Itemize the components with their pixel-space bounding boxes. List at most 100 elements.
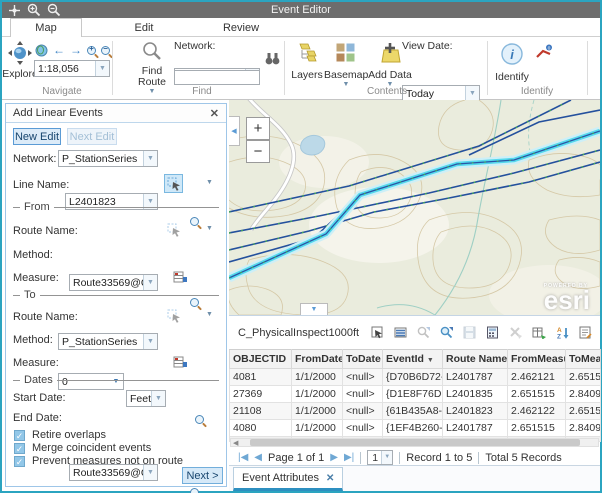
next-button[interactable]: Next > — [182, 467, 223, 484]
from-section-separator: From — [13, 201, 219, 213]
basemap-label: Basemap — [324, 69, 368, 81]
col-tomeasure[interactable]: ToMea — [566, 350, 601, 369]
explore-button[interactable] — [7, 41, 33, 70]
map-view[interactable]: POWERED BY esri — [229, 100, 600, 315]
scroll-left-icon[interactable]: ◀ — [231, 439, 238, 447]
save-icon[interactable] — [463, 326, 476, 339]
ribbon-zoom-in-icon[interactable]: + — [87, 46, 96, 55]
scale-combo[interactable]: 1:18,056 ▼ — [34, 60, 110, 77]
zoom-to-line-icon[interactable] — [190, 217, 199, 226]
collapse-panel-left-button[interactable]: ◀ — [229, 116, 240, 146]
select-on-map-icon — [167, 223, 181, 237]
map-zoom-in-button[interactable]: + — [246, 117, 270, 140]
from-unit-combo[interactable]: Feet ▼ — [126, 390, 166, 407]
prevent-measures-checkbox[interactable]: ✓ — [14, 456, 25, 467]
collapse-panel-down-button[interactable]: ▼ — [300, 303, 328, 315]
table-title: C_PhysicalInspect1000ft — [229, 327, 359, 339]
identify-button[interactable]: i Identify — [492, 42, 532, 83]
pan-to-selected-icon[interactable] — [440, 326, 453, 339]
ribbon: Explore ← → + − 1:18,056 ▼ Navigate Find… — [2, 37, 600, 100]
scrollbar-thumb[interactable] — [250, 439, 580, 446]
col-objectid[interactable]: OBJECTID — [230, 350, 292, 369]
show-selected-records-icon[interactable] — [394, 326, 407, 339]
next-edit-button[interactable]: Next Edit — [67, 128, 117, 145]
explore-icon — [8, 41, 32, 65]
full-extent-icon[interactable] — [35, 44, 48, 57]
record-range-text: Record 1 to 5 — [406, 452, 472, 464]
from-method-combo[interactable]: P_StationSeries ▼ — [58, 333, 158, 350]
chevron-down-icon[interactable]: ▼ — [206, 179, 213, 186]
chevron-down-icon[interactable]: ▼ — [381, 451, 392, 464]
from-measure-picker-icon[interactable] — [173, 270, 187, 284]
chevron-down-icon[interactable]: ▼ — [95, 61, 109, 76]
chevron-down-icon[interactable]: ▼ — [465, 86, 479, 101]
close-tab-icon[interactable]: ✕ — [326, 473, 334, 484]
col-todate[interactable]: ToDate — [343, 350, 383, 369]
previous-extent-icon[interactable]: ← — [53, 43, 65, 57]
route-search-input[interactable] — [174, 70, 260, 85]
select-records-icon[interactable] — [371, 326, 384, 339]
to-section-separator: To — [13, 289, 219, 301]
basemap-button[interactable]: Basemap ▼ — [324, 42, 368, 88]
ribbon-zoom-out-icon[interactable]: − — [101, 46, 110, 55]
calculator-icon[interactable] — [486, 326, 499, 339]
tab-edit[interactable]: Edit — [118, 18, 170, 37]
chevron-down-icon[interactable]: ▼ — [151, 391, 165, 406]
add-record-icon[interactable] — [532, 326, 546, 339]
tab-event-attributes[interactable]: Event Attributes ✕ — [233, 467, 343, 491]
table-row[interactable]: 273691/1/2000 <null>{D1E8F76D-F L2401835… — [230, 386, 601, 403]
chevron-down-icon[interactable]: ▼ — [206, 225, 213, 232]
attributes-window-icon[interactable] — [579, 326, 592, 339]
col-eventid[interactable]: EventId ▼ — [383, 350, 443, 369]
table-row[interactable]: 211081/1/2000 <null>{61B435A8-3 L2401823… — [230, 403, 601, 420]
binoculars-icon[interactable] — [265, 52, 280, 65]
locate-measure-icon[interactable]: o — [535, 44, 553, 60]
select-line-on-map-button[interactable] — [164, 174, 183, 193]
layers-icon — [296, 42, 318, 64]
chevron-down-icon[interactable]: ▼ — [143, 151, 157, 166]
zoom-to-to-route-icon[interactable] — [190, 488, 199, 493]
from-section-label: From — [24, 201, 50, 213]
col-fromdate[interactable]: FromDate — [292, 350, 343, 369]
tab-map[interactable]: Map — [10, 18, 82, 37]
last-page-icon[interactable]: ▶| — [344, 452, 354, 463]
table-row[interactable]: 40801/1/2000 <null>{1EF4B260-F L24017872… — [230, 420, 601, 437]
from-measure-zoom-icon[interactable] — [195, 415, 204, 424]
previous-page-icon[interactable]: ◀ — [254, 452, 262, 463]
table-row[interactable]: 40811/1/2000 <null>{D70B6D72-3 L24017872… — [230, 369, 601, 386]
sort-icon[interactable]: A Z — [556, 326, 569, 339]
new-edit-button[interactable]: New Edit — [13, 128, 61, 145]
chevron-down-icon[interactable]: ▼ — [206, 311, 213, 318]
retire-overlaps-label: Retire overlaps — [32, 429, 106, 441]
retire-overlaps-checkbox[interactable]: ✓ — [14, 430, 25, 441]
tab-review[interactable]: Review — [210, 18, 272, 37]
identify-group-label: Identify — [487, 86, 587, 97]
col-routename[interactable]: Route Name — [443, 350, 508, 369]
delete-record-icon[interactable] — [509, 326, 522, 339]
map-zoom-out-button[interactable]: − — [246, 140, 270, 163]
col-frommeasure[interactable]: FromMeasure — [508, 350, 566, 369]
zoom-to-selected-icon[interactable] — [417, 326, 430, 339]
select-from-route-on-map-button[interactable] — [164, 220, 183, 239]
find-route-label: Find Route — [130, 66, 174, 88]
chevron-down-icon[interactable]: ▼ — [143, 465, 157, 480]
select-to-route-on-map-button[interactable] — [164, 306, 183, 325]
to-measure-picker-icon[interactable] — [173, 355, 187, 369]
chevron-down-icon[interactable]: ▼ — [143, 275, 157, 290]
next-extent-icon[interactable]: → — [70, 43, 82, 57]
merge-coincident-checkbox[interactable]: ✓ — [14, 443, 25, 454]
network-combo[interactable]: P_StationSeries ▼ — [58, 150, 158, 167]
esri-attribution: POWERED BY esri — [544, 283, 590, 311]
find-route-icon — [142, 41, 162, 61]
chevron-down-icon[interactable]: ▼ — [143, 334, 157, 349]
to-route-name-label: Route Name: — [13, 311, 78, 323]
next-page-icon[interactable]: ▶ — [330, 452, 338, 463]
layers-button[interactable]: Layers — [290, 42, 324, 81]
first-page-icon[interactable]: |◀ — [238, 452, 248, 463]
select-on-map-icon — [167, 177, 181, 191]
contents-group-label: Contents — [337, 86, 437, 97]
table-toolbar: C_PhysicalInspect1000ft — [229, 316, 600, 349]
horizontal-scrollbar[interactable]: ◀ — [230, 438, 599, 447]
close-icon[interactable]: ✕ — [210, 107, 219, 120]
page-number-combo[interactable]: 1 ▼ — [367, 450, 393, 465]
